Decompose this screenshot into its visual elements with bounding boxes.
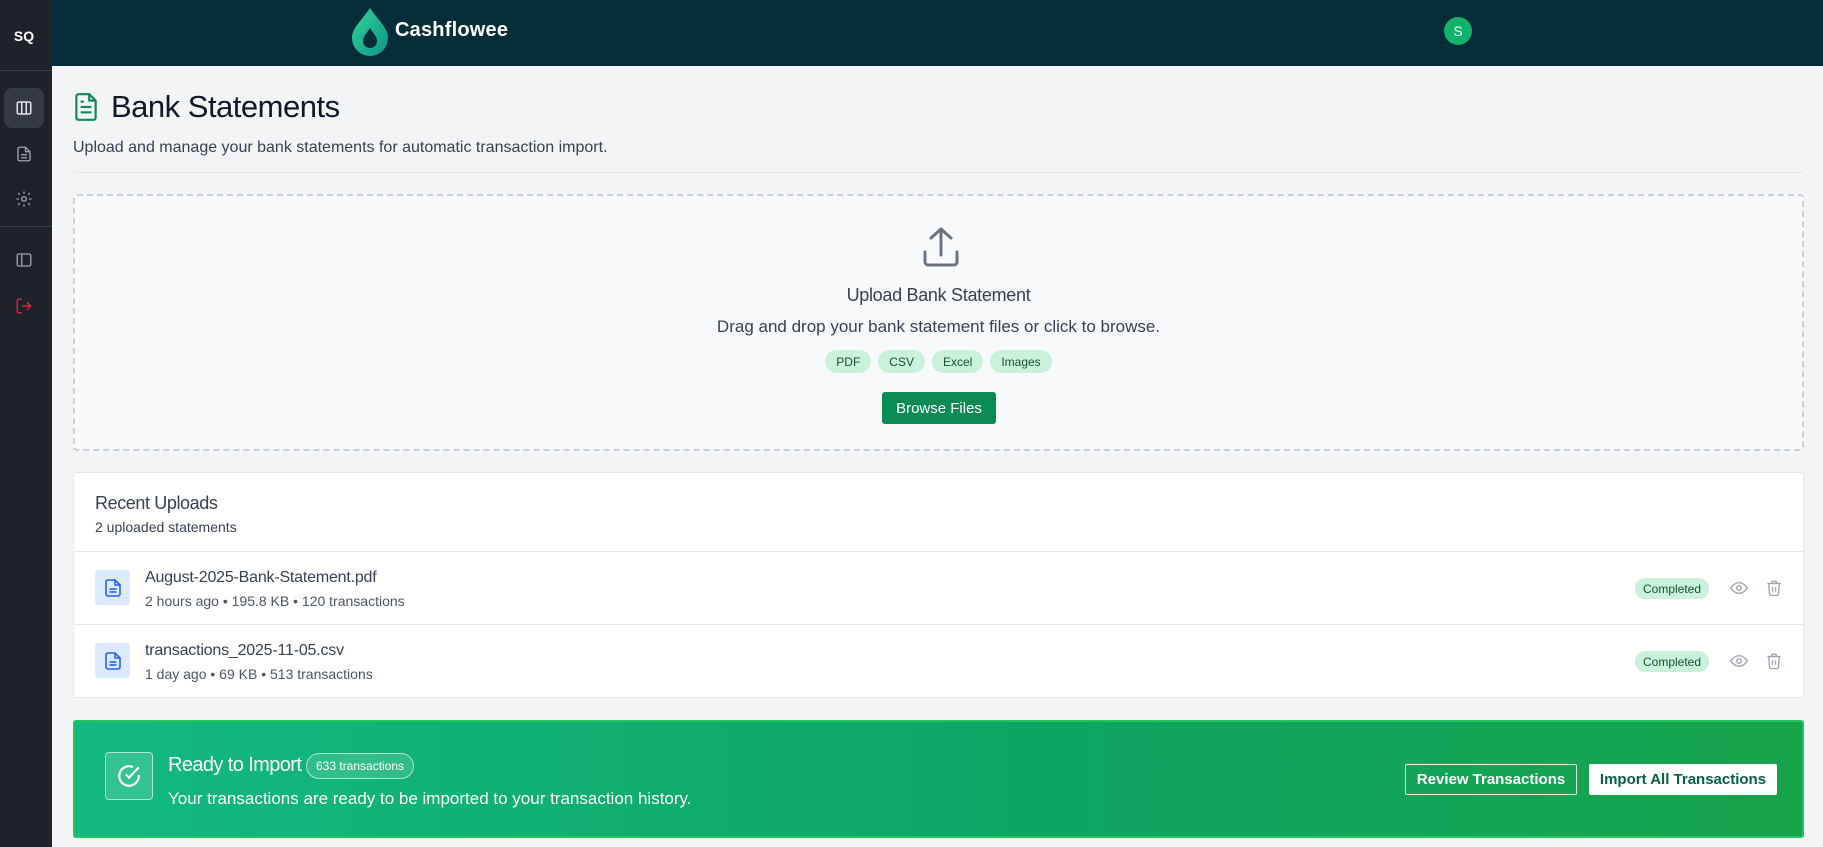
format-chip-images: Images bbox=[990, 350, 1052, 373]
trash-icon[interactable] bbox=[1765, 579, 1783, 597]
sidebar-divider bbox=[0, 70, 52, 71]
page-title-row: Bank Statements bbox=[73, 88, 340, 126]
sidebar: SQ bbox=[0, 0, 52, 847]
page-subtitle: Upload and manage your bank statements f… bbox=[73, 139, 608, 156]
dropzone-title: Upload Bank Statement bbox=[846, 285, 1031, 305]
status-badge: Completed bbox=[1635, 578, 1710, 599]
dropzone-description: Drag and drop your bank statement files … bbox=[716, 317, 1161, 336]
workspace-avatar[interactable]: SQ bbox=[8, 22, 40, 50]
sidebar-item-settings[interactable] bbox=[4, 179, 44, 219]
review-transactions-button[interactable]: Review Transactions bbox=[1405, 764, 1577, 795]
recent-uploads-count: 2 uploaded statements bbox=[95, 519, 237, 535]
recent-uploads-card: Recent Uploads 2 uploaded statements Aug… bbox=[73, 472, 1804, 698]
eye-icon[interactable] bbox=[1730, 652, 1748, 670]
upload-icon bbox=[923, 227, 959, 267]
file-name: transactions_2025-11-05.csv bbox=[145, 642, 344, 659]
sidebar-toggle[interactable] bbox=[4, 240, 44, 280]
eye-icon[interactable] bbox=[1730, 579, 1748, 597]
sidebar-divider bbox=[0, 226, 52, 227]
transaction-count-badge: 633 transactions bbox=[306, 753, 415, 779]
sidebar-item-dashboard[interactable] bbox=[4, 88, 44, 128]
gear-icon bbox=[16, 191, 32, 207]
sidebar-item-statements[interactable] bbox=[4, 134, 44, 174]
section-divider bbox=[73, 172, 1804, 173]
recent-uploads-title: Recent Uploads bbox=[95, 493, 218, 513]
file-icon bbox=[95, 570, 130, 605]
columns-icon bbox=[16, 101, 32, 115]
check-circle-icon bbox=[105, 752, 153, 800]
format-chip-csv: CSV bbox=[878, 350, 925, 373]
status-badge: Completed bbox=[1635, 651, 1710, 672]
upload-row[interactable]: August-2025-Bank-Statement.pdf 2 hours a… bbox=[74, 551, 1803, 624]
format-chip-pdf: PDF bbox=[825, 350, 872, 373]
file-icon bbox=[95, 643, 130, 678]
page-title: Bank Statements bbox=[111, 89, 340, 124]
file-name: August-2025-Bank-Statement.pdf bbox=[145, 569, 377, 586]
document-icon bbox=[17, 146, 31, 162]
cashflowee-logo[interactable] bbox=[348, 6, 392, 56]
brand-name: Cashflowee bbox=[395, 19, 509, 41]
panel-toggle-icon bbox=[16, 253, 32, 267]
format-chips: PDF CSV Excel Images bbox=[75, 350, 1802, 373]
banner-description: Your transactions are ready to be import… bbox=[168, 789, 692, 808]
import-all-transactions-button[interactable]: Import All Transactions bbox=[1589, 764, 1777, 795]
logout-icon bbox=[16, 298, 32, 314]
document-icon bbox=[75, 93, 97, 121]
upload-dropzone[interactable]: Upload Bank Statement Drag and drop your… bbox=[73, 194, 1804, 451]
sidebar-logout[interactable] bbox=[4, 286, 44, 326]
user-avatar[interactable]: S bbox=[1444, 17, 1472, 45]
upload-row[interactable]: transactions_2025-11-05.csv 1 day ago • … bbox=[74, 624, 1803, 697]
file-meta: 1 day ago • 69 KB • 513 transactions bbox=[145, 666, 373, 682]
browse-files-button[interactable]: Browse Files bbox=[882, 392, 996, 424]
top-header: Cashflowee S bbox=[52, 0, 1823, 66]
banner-title: Ready to Import bbox=[168, 754, 302, 776]
file-meta: 2 hours ago • 195.8 KB • 120 transaction… bbox=[145, 593, 405, 609]
ready-to-import-banner: Ready to Import 633 transactions Your tr… bbox=[73, 720, 1804, 838]
trash-icon[interactable] bbox=[1765, 652, 1783, 670]
format-chip-excel: Excel bbox=[931, 350, 984, 373]
